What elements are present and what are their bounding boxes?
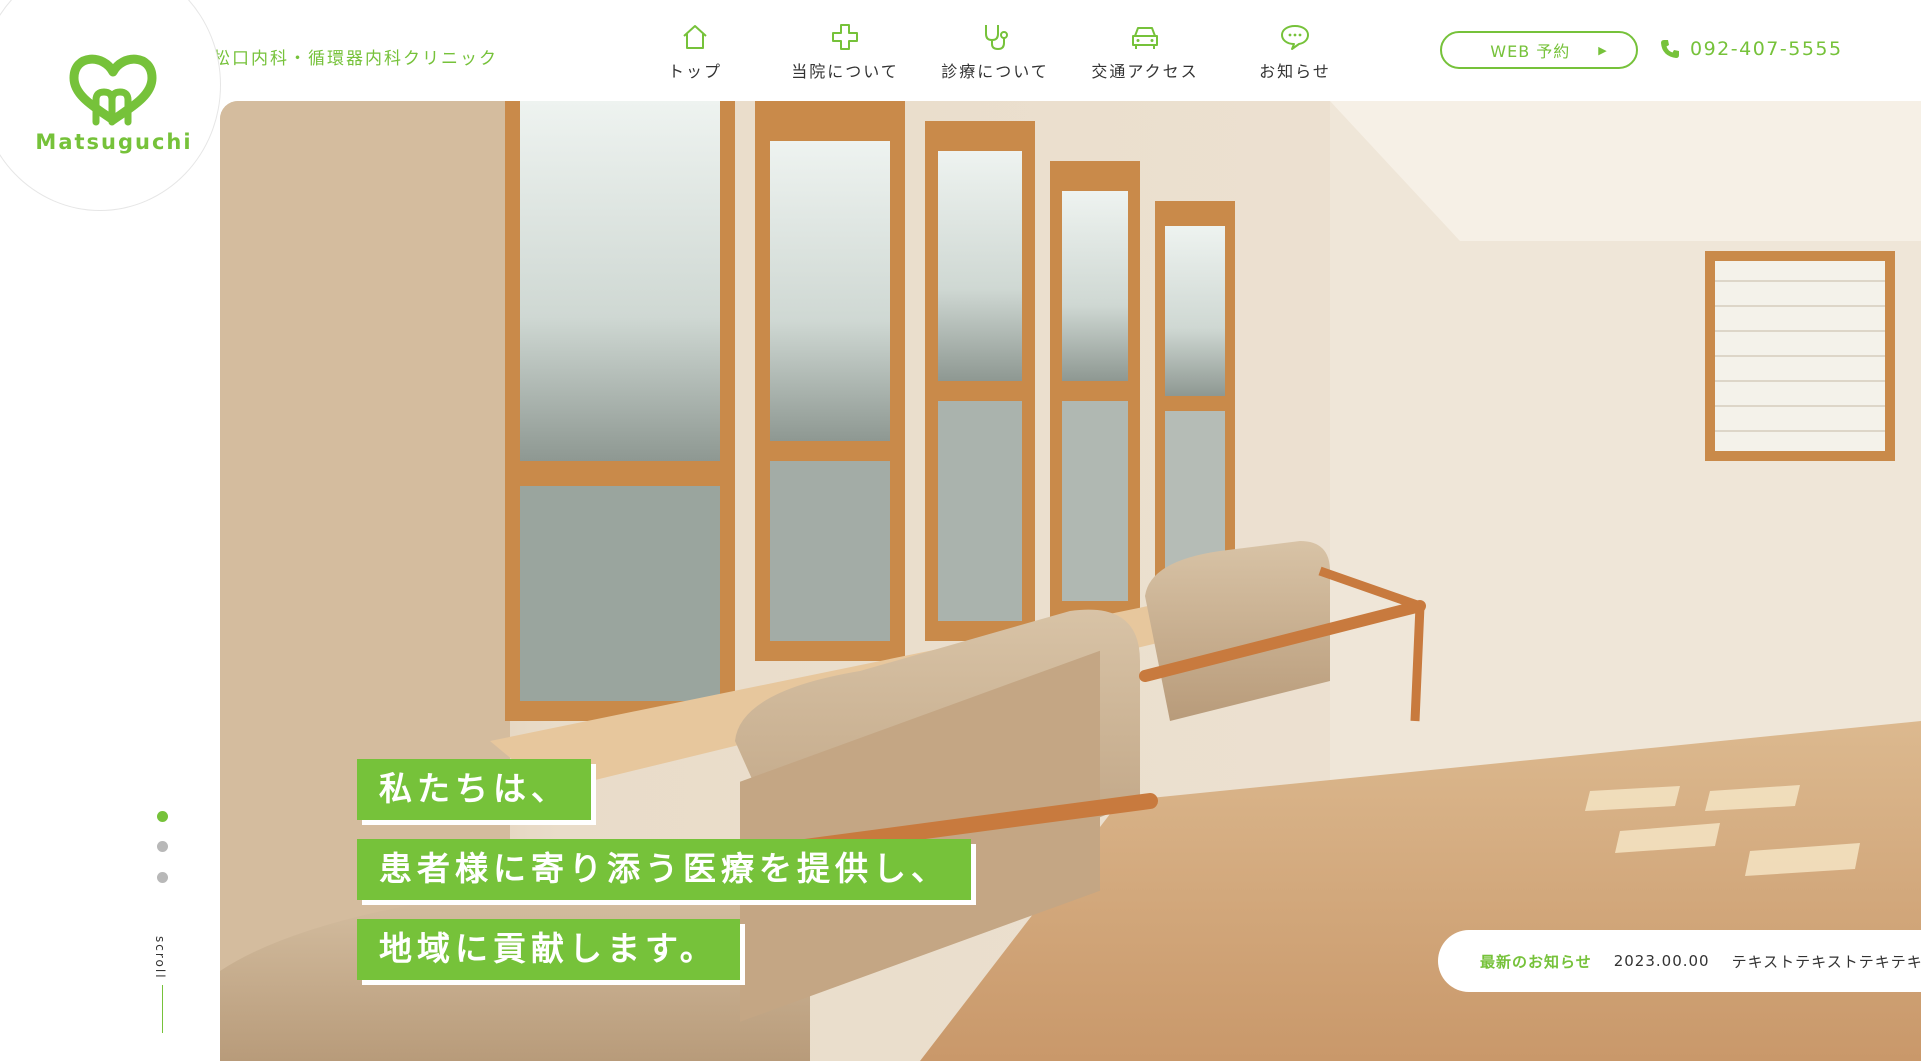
nav-item-label: 診療について — [941, 62, 1049, 81]
tagline-text: 地域に貢献します。 — [357, 919, 740, 980]
nav-item-top[interactable]: トップ — [620, 22, 770, 82]
scroll-indicator-label: scroll — [153, 936, 167, 980]
nav-item-treatment[interactable]: 診療について — [920, 22, 1070, 82]
nav-item-label: 当院について — [791, 62, 899, 81]
web-reservation-button[interactable]: WEB 予約 ▶ — [1440, 31, 1638, 69]
nav-item-label: お知らせ — [1259, 62, 1331, 81]
stethoscope-icon — [985, 25, 1008, 51]
news-excerpt: テキストテキストテキテキスト… — [1731, 952, 1921, 971]
nav-item-news[interactable]: お知らせ — [1220, 22, 1370, 82]
latest-news-bar[interactable]: 最新のお知らせ 2023.00.00 テキストテキストテキテキスト… ▶ — [1438, 930, 1921, 992]
speech-bubble-icon — [1281, 25, 1309, 50]
tagline-line-1: 私たちは、 — [357, 759, 591, 820]
heart-logo-icon[interactable] — [66, 50, 160, 126]
nav-item-label: トップ — [667, 62, 722, 81]
news-date: 2023.00.00 — [1613, 952, 1710, 970]
waiting-room-photo — [220, 101, 1921, 1061]
hero-slider: 私たちは、 患者様に寄り添う医療を提供し、 地域に貢献します。 最新のお知らせ … — [220, 101, 1921, 1061]
news-heading: 最新のお知らせ — [1480, 952, 1592, 971]
nav-item-access[interactable]: 交通アクセス — [1070, 22, 1220, 82]
web-reservation-label: WEB 予約 — [1490, 42, 1571, 61]
scroll-indicator-line — [162, 985, 163, 1033]
tagline-text: 私たちは、 — [357, 759, 591, 820]
slider-dot-2[interactable] — [157, 841, 168, 852]
cross-icon — [832, 24, 858, 50]
slider-dot-3[interactable] — [157, 872, 168, 883]
tagline-text: 患者様に寄り添う医療を提供し、 — [357, 839, 971, 900]
phone-icon — [1661, 40, 1679, 58]
slider-dot-1[interactable] — [157, 811, 168, 822]
car-icon — [1132, 27, 1158, 49]
logo-wordmark[interactable]: Matsuguchi — [34, 130, 194, 154]
tagline-line-3: 地域に貢献します。 — [357, 919, 740, 980]
nav-item-about[interactable]: 当院について — [770, 22, 920, 82]
play-arrow-icon: ▶ — [1598, 43, 1608, 57]
phone-number: 092-407-5555 — [1690, 38, 1843, 60]
clinic-name: 松口内科・循環器内科クリニック — [213, 49, 498, 69]
home-icon — [683, 25, 707, 49]
phone-link[interactable]: 092-407-5555 — [1660, 38, 1843, 60]
tagline-line-2: 患者様に寄り添う医療を提供し、 — [357, 839, 971, 900]
nav-item-label: 交通アクセス — [1091, 62, 1199, 81]
